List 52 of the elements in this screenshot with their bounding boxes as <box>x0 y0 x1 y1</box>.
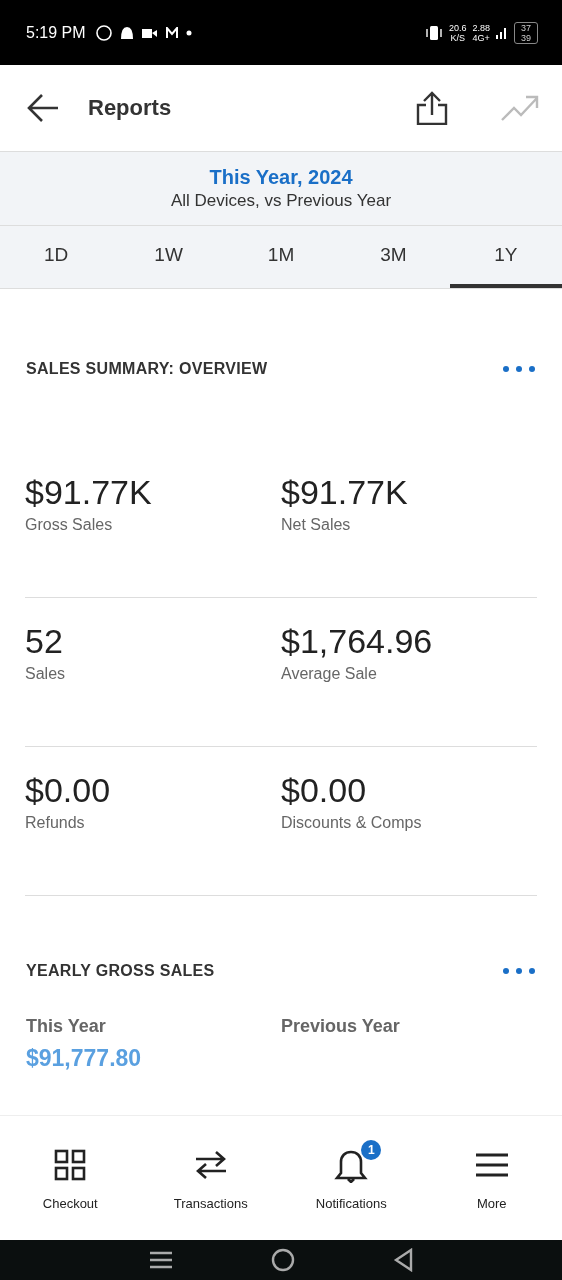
range-tab[interactable]: 1Y <box>449 226 562 288</box>
metric-label: Sales <box>25 665 67 683</box>
metric-label: Gross Sales <box>25 516 114 534</box>
metric-label: Average Sale <box>281 665 378 683</box>
metric-value: 52 <box>25 622 64 661</box>
range-tab[interactable]: 1D <box>0 226 113 288</box>
back-icon[interactable] <box>393 1248 413 1272</box>
section-title: YEARLY GROSS SALES <box>26 962 215 980</box>
battery-text: 37 <box>521 22 531 33</box>
metric-label: Discounts & Comps <box>281 814 423 832</box>
nav-item[interactable]: Checkout <box>0 1116 141 1240</box>
metric-value: $91.77K <box>25 473 153 512</box>
video-camera-icon <box>141 26 158 39</box>
notification-badge: 1 <box>361 1139 382 1160</box>
metric-value: $0.00 <box>25 771 112 810</box>
data-rate: 2.88 <box>472 22 490 33</box>
signal-icon <box>496 26 508 39</box>
status-time: 5:19 PM <box>26 23 86 42</box>
more-options-icon[interactable] <box>502 967 536 975</box>
section-title: SALES SUMMARY: OVERVIEW <box>26 360 268 378</box>
nav-item[interactable]: 1 Notifications <box>281 1116 422 1240</box>
vibrate-icon <box>424 24 443 41</box>
share-icon[interactable] <box>416 91 448 125</box>
network-speed: 20.6 <box>448 22 467 33</box>
nav-item[interactable]: More <box>421 1116 562 1240</box>
metric-label: Net Sales <box>281 516 352 534</box>
recent-apps-icon[interactable] <box>149 1250 173 1270</box>
range-tab[interactable]: 3M <box>337 226 450 288</box>
this-year-label: This Year <box>26 1016 107 1037</box>
grid-icon <box>54 1148 87 1181</box>
metric-value: $0.00 <box>281 771 368 810</box>
menu-icon <box>474 1151 509 1178</box>
metric-value: $1,764.96 <box>281 622 434 661</box>
battery-text: 39 <box>521 32 531 43</box>
metric-label: Refunds <box>25 814 86 832</box>
period-title[interactable]: This Year, 2024 <box>209 166 353 189</box>
metric-value: $91.77K <box>281 473 409 512</box>
home-icon[interactable] <box>271 1248 295 1272</box>
swap-arrows-icon <box>193 1148 228 1181</box>
page-title: Reports <box>88 95 172 121</box>
back-arrow-icon[interactable] <box>26 93 60 123</box>
more-options-icon[interactable] <box>502 365 536 373</box>
previous-year-label: Previous Year <box>281 1016 401 1037</box>
period-subtitle: All Devices, vs Previous Year <box>170 191 392 211</box>
range-tab[interactable]: 1W <box>112 226 225 288</box>
mail-icon <box>165 26 178 39</box>
dot-icon <box>185 29 192 36</box>
nav-item[interactable]: Transactions <box>140 1116 281 1240</box>
this-year-value: $91,777.80 <box>26 1045 143 1072</box>
speed-unit: K/S <box>450 32 465 43</box>
network-type: 4G+ <box>472 32 490 43</box>
range-tab[interactable]: 1M <box>224 226 338 288</box>
